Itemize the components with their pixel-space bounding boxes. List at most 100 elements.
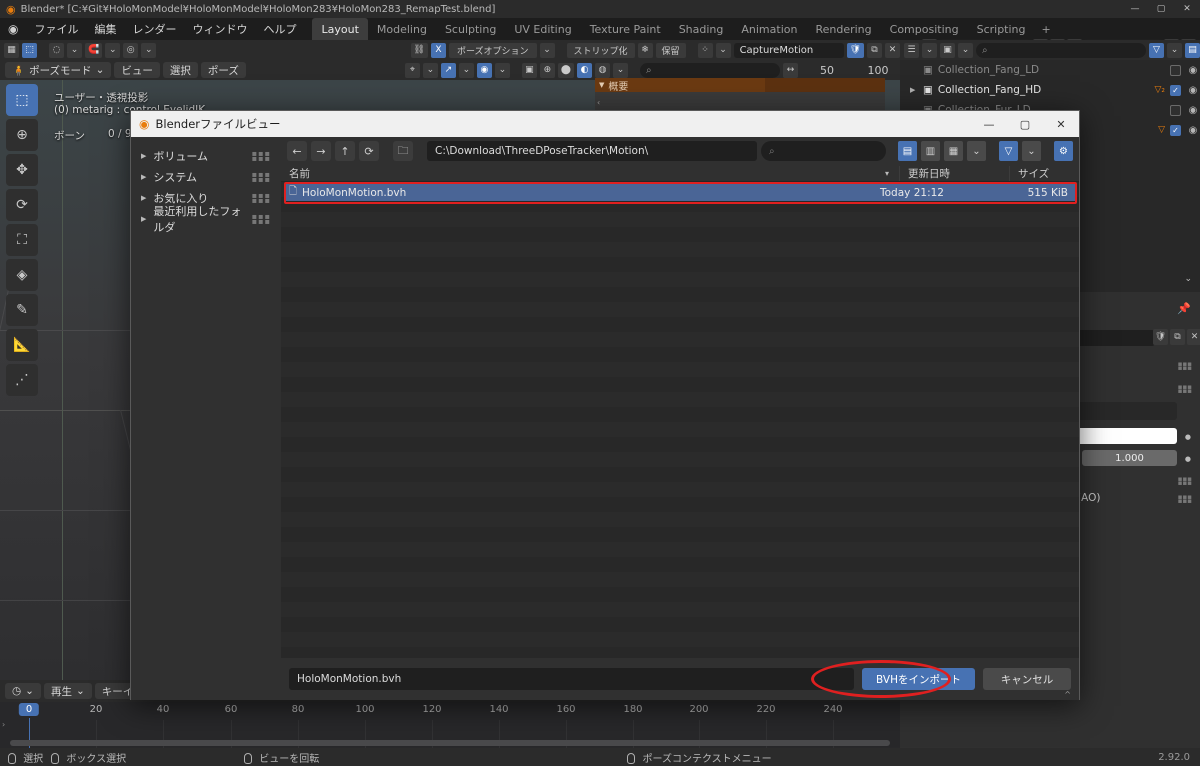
- hold-button[interactable]: 保留: [655, 42, 686, 58]
- shading-rendered-icon[interactable]: ◍: [595, 62, 610, 78]
- import-bvh-button[interactable]: BVHをインポート: [862, 668, 975, 690]
- snap-chevron-icon[interactable]: ⌄: [105, 42, 121, 58]
- pose-xray-icon[interactable]: ⛓: [410, 42, 428, 58]
- viewport-overlays-icon[interactable]: ▣: [521, 62, 537, 78]
- drag-grip-icon[interactable]: ▪▪▪ ▪▪▪: [252, 149, 271, 162]
- outliner-row-fang-ld[interactable]: ▣ Collection_Fang_LD ◉: [900, 60, 1200, 80]
- view-chevron-down-icon[interactable]: ⌄: [967, 141, 986, 161]
- transform-orientation-icon[interactable]: ⌖: [404, 62, 420, 78]
- props-id-field[interactable]: [1075, 330, 1155, 346]
- pivot-point-icon[interactable]: ◎: [123, 42, 139, 58]
- props-grip-d[interactable]: ▪▪▪ ▪▪▪: [1178, 494, 1192, 505]
- editor-type-icon[interactable]: ▦: [4, 42, 19, 58]
- fb-maximize-button[interactable]: ▢: [1007, 111, 1043, 137]
- action-unlink-icon[interactable]: ✕: [885, 42, 900, 58]
- drag-grip-icon[interactable]: ▪▪▪ ▪▪▪: [252, 170, 271, 183]
- column-date[interactable]: 更新日時: [899, 165, 1009, 181]
- sidebar-item-system[interactable]: ▶ システム ▪▪▪ ▪▪▪: [131, 166, 281, 187]
- eye-icon[interactable]: ◉: [1186, 125, 1200, 136]
- proportional-chevron-icon[interactable]: ⌄: [494, 62, 510, 78]
- menu-window[interactable]: ウィンドウ: [184, 19, 255, 39]
- dopesheet-search-input[interactable]: ⌕: [640, 62, 780, 78]
- collection-checkbox[interactable]: [1170, 104, 1181, 116]
- menu-pose[interactable]: ポーズ: [200, 62, 246, 78]
- fb-close-button[interactable]: ✕: [1043, 111, 1079, 137]
- animate-dot-icon-a[interactable]: ●: [1185, 433, 1191, 441]
- transform-tool[interactable]: ◈: [6, 259, 38, 291]
- animate-dot-icon-b[interactable]: ●: [1185, 455, 1191, 463]
- filter-funnel-icon[interactable]: ▽: [999, 141, 1018, 161]
- proportional-toggle-icon[interactable]: ◉: [476, 62, 492, 78]
- tab-layout[interactable]: Layout: [312, 18, 368, 40]
- tab-uv-editing[interactable]: UV Editing: [505, 18, 580, 40]
- drag-grip-icon[interactable]: ▪▪▪ ▪▪▪: [252, 191, 271, 204]
- outliner-new-collection-icon[interactable]: ▤: [1185, 42, 1200, 58]
- tab-shading[interactable]: Shading: [670, 18, 733, 40]
- filter-chevron-down-icon[interactable]: ⌄: [1022, 141, 1041, 161]
- pin-icon[interactable]: 📌: [1177, 302, 1191, 315]
- props-grip-c[interactable]: ▪▪▪ ▪▪▪: [1178, 476, 1192, 487]
- column-size[interactable]: サイズ: [1009, 165, 1079, 181]
- copy-icon[interactable]: ⧉: [1170, 329, 1185, 345]
- file-search-input[interactable]: ⌕: [761, 141, 886, 161]
- file-list-item-holomonmotion[interactable]: 🗋 HoloMonMotion.bvh Today 21:12 515 KiB: [284, 182, 1077, 204]
- action-browse-chevron-icon[interactable]: ⌄: [715, 42, 731, 58]
- snap-target-chevron-icon[interactable]: ⌄: [458, 62, 474, 78]
- cancel-button[interactable]: キャンセル: [983, 668, 1071, 690]
- action-copy-icon[interactable]: ⧉: [867, 42, 882, 58]
- minimize-button[interactable]: —: [1122, 0, 1148, 18]
- menu-select[interactable]: 選択: [162, 62, 198, 78]
- back-button[interactable]: ←: [287, 141, 307, 161]
- outliner-display-chevron-icon[interactable]: ⌄: [922, 42, 937, 58]
- shading-chevron-icon[interactable]: ⌄: [613, 62, 628, 78]
- timeline-collapse-icon[interactable]: ›: [2, 720, 5, 729]
- tab-modeling[interactable]: Modeling: [368, 18, 436, 40]
- collection-checkbox[interactable]: ✓: [1170, 124, 1181, 136]
- tab-sculpting[interactable]: Sculpting: [436, 18, 505, 40]
- menu-file[interactable]: ファイル: [26, 19, 86, 39]
- outliner-filter-funnel-icon[interactable]: ▽: [1149, 42, 1164, 58]
- shading-wireframe-icon[interactable]: ⊕: [539, 62, 555, 78]
- menu-help[interactable]: ヘルプ: [255, 19, 304, 39]
- file-list[interactable]: 🗋 HoloMonMotion.bvh Today 21:12 515 KiB: [281, 182, 1079, 658]
- last-tool[interactable]: ⋰: [6, 364, 38, 396]
- path-input[interactable]: C:\Download\ThreeDPoseTracker\Motion\: [427, 141, 757, 161]
- props-section-header[interactable]: [1075, 402, 1177, 420]
- transform-orientation-chevron-icon[interactable]: ⌄: [422, 62, 438, 78]
- props-grip-b[interactable]: ▪▪▪ ▪▪▪: [1178, 384, 1192, 395]
- outliner-funnel-chevron-icon[interactable]: ⌄: [1167, 42, 1182, 58]
- pose-options-dropdown[interactable]: ポーズオプション: [448, 42, 537, 58]
- hold-snowflake-icon[interactable]: ❄: [637, 42, 653, 58]
- proportional-edit-icon[interactable]: ◌: [49, 42, 64, 58]
- value-slider[interactable]: 1.000: [1082, 450, 1177, 466]
- measure-tool[interactable]: 📐: [6, 329, 38, 361]
- maximize-button[interactable]: ▢: [1148, 0, 1174, 18]
- shading-solid-icon[interactable]: ⬤: [557, 62, 574, 78]
- file-browser-sidebar[interactable]: ▶ ボリューム ▪▪▪ ▪▪▪ ▶ システム ▪▪▪ ▪▪▪ ▶ お気に入り ▪▪▪…: [131, 137, 281, 700]
- view-thumbnails-icon[interactable]: ▦: [944, 141, 963, 161]
- eye-icon[interactable]: ◉: [1186, 85, 1200, 96]
- resize-notch-icon[interactable]: ^: [1064, 690, 1071, 699]
- pose-options-chevron-icon[interactable]: ⌄: [539, 42, 555, 58]
- forward-button[interactable]: →: [311, 141, 331, 161]
- outliner-search-input[interactable]: ⌕: [976, 42, 1146, 58]
- range-arrows-icon[interactable]: ↔: [783, 62, 798, 78]
- menu-view[interactable]: ビュー: [114, 62, 160, 78]
- cursor-tool[interactable]: ⊕: [6, 119, 38, 151]
- view-list-horizontal-icon[interactable]: ▥: [921, 141, 940, 161]
- annotate-tool[interactable]: ✎: [6, 294, 38, 326]
- fake-user-shield-icon[interactable]: 🛡: [846, 42, 864, 58]
- playback-menu[interactable]: 再生 ⌄: [43, 683, 92, 699]
- outliner-display-mode-icon[interactable]: ☰: [904, 42, 919, 58]
- sidebar-item-recent[interactable]: ▶ 最近利用したフォルダ ▪▪▪ ▪▪▪: [131, 205, 281, 234]
- timeline-body[interactable]: 0 20 40 60 80 100 120 140 160 180 200 22…: [0, 702, 900, 748]
- outliner-filter-chevron-icon[interactable]: ⌄: [958, 42, 973, 58]
- pivot-chevron-icon[interactable]: ⌄: [141, 42, 157, 58]
- column-name[interactable]: 名前: [281, 166, 885, 181]
- properties-editor[interactable]: ⌄ 📌 🛡 ⧉ ✕ ▪▪▪ ▪▪▪ ▪▪▪ ▪▪▪ ● 1.000 ● ▪▪▪ ▪▪▪…: [1075, 270, 1200, 748]
- timeline-editor-type-icon[interactable]: ◷ ⌄: [5, 683, 41, 699]
- parent-directory-button[interactable]: ↑: [335, 141, 355, 161]
- close-button[interactable]: ✕: [1174, 0, 1200, 18]
- expand-triangle-icon[interactable]: ▶: [910, 86, 918, 94]
- menu-edit[interactable]: 編集: [86, 19, 124, 39]
